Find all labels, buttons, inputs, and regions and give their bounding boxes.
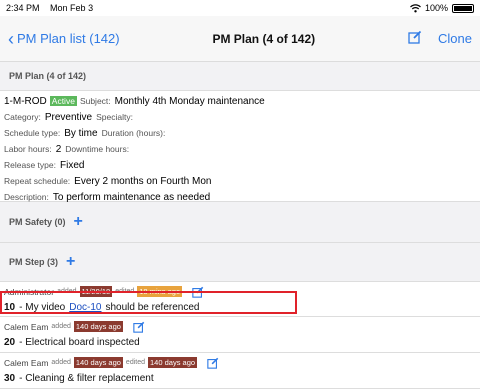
step-text-after: should be referenced bbox=[105, 302, 200, 313]
step-author: Calem Eam bbox=[4, 321, 49, 332]
edited-label: edited bbox=[125, 359, 145, 366]
edited-badge: 140 days ago bbox=[148, 357, 198, 368]
step-text: 10 - My video Doc-10 should be reference… bbox=[4, 299, 476, 316]
schedule-type-value: By time bbox=[64, 127, 98, 139]
added-badge: 140 days ago bbox=[73, 357, 123, 368]
step-item[interactable]: Calem Eam added 140 days ago edited 140 … bbox=[0, 353, 480, 389]
status-date: Mon Feb 3 bbox=[50, 3, 94, 13]
step-item[interactable]: Administrator added 11/29/18 edited 18 m… bbox=[0, 281, 480, 317]
edit-icon[interactable] bbox=[207, 357, 219, 369]
repeat-value: Every 2 months on Fourth Mon bbox=[74, 175, 212, 187]
step-author: Administrator bbox=[4, 286, 55, 297]
chevron-left-icon: ‹ bbox=[8, 28, 14, 49]
pm-safety-title: PM Safety (0) bbox=[9, 217, 66, 227]
nav-actions: Clone bbox=[408, 30, 472, 47]
labor-hours-value: 2 bbox=[55, 143, 62, 155]
subject-value: Monthly 4th Monday maintenance bbox=[114, 95, 265, 107]
step-meta: Calem Eam added 140 days ago bbox=[4, 319, 476, 334]
category-value: Preventive bbox=[44, 111, 93, 123]
edited-badge: 18 mins ago bbox=[137, 286, 183, 297]
step-text: 30 - Cleaning & filter replacement bbox=[4, 370, 476, 387]
downtime-label: Downtime hours: bbox=[65, 144, 130, 154]
schedule-row: Schedule type: By time Duration (hours): bbox=[4, 125, 476, 141]
added-label: added bbox=[51, 323, 71, 330]
add-safety-plus-icon[interactable]: + bbox=[74, 214, 83, 230]
step-item[interactable]: Calem Eam added 140 days ago 20 - Electr… bbox=[0, 317, 480, 353]
pm-safety-section-header: PM Safety (0) + bbox=[0, 202, 480, 242]
status-badge: Active bbox=[49, 96, 77, 106]
duration-label: Duration (hours): bbox=[101, 128, 166, 138]
description-value: To perform maintenance as needed bbox=[52, 191, 211, 203]
category-row: Category: Preventive Specialty: bbox=[4, 109, 476, 125]
status-left: 2:34 PM Mon Feb 3 bbox=[6, 3, 101, 13]
added-label: added bbox=[57, 288, 77, 295]
added-label: added bbox=[51, 359, 71, 366]
edit-icon[interactable] bbox=[133, 321, 145, 333]
back-label: PM Plan list (142) bbox=[17, 31, 120, 46]
battery-percent: 100% bbox=[424, 3, 448, 13]
schedule-type-label: Schedule type: bbox=[4, 128, 61, 138]
add-step-plus-icon[interactable]: + bbox=[66, 254, 75, 270]
step-text-before: - Electrical board inspected bbox=[19, 337, 140, 348]
pm-plan-section-header: PM Plan (4 of 142) bbox=[0, 62, 480, 90]
page-title: PM Plan (4 of 142) bbox=[212, 31, 316, 46]
step-text-before: - Cleaning & filter replacement bbox=[19, 373, 154, 384]
labor-hours-label: Labor hours: bbox=[4, 144, 52, 154]
added-badge: 11/29/18 bbox=[79, 286, 113, 297]
repeat-row: Repeat schedule: Every 2 months on Fourt… bbox=[4, 173, 476, 189]
battery-fill bbox=[454, 5, 472, 11]
clone-button[interactable]: Clone bbox=[438, 31, 472, 46]
step-number: 20 bbox=[4, 337, 16, 348]
description-label: Description: bbox=[4, 192, 49, 202]
pm-plan-section-title: PM Plan (4 of 142) bbox=[9, 71, 87, 81]
edit-icon[interactable] bbox=[408, 30, 422, 47]
repeat-label: Repeat schedule: bbox=[4, 176, 71, 186]
pm-step-section-header: PM Step (3) + bbox=[0, 242, 480, 281]
status-bar: 2:34 PM Mon Feb 3 100% bbox=[0, 0, 480, 16]
step-text: 20 - Electrical board inspected bbox=[4, 334, 476, 351]
status-right: 100% bbox=[410, 3, 474, 13]
pm-plan-card: 1-M-ROD Active Subject: Monthly 4th Mond… bbox=[0, 90, 480, 203]
plan-header-row: 1-M-ROD Active Subject: Monthly 4th Mond… bbox=[4, 93, 476, 109]
specialty-label: Specialty: bbox=[96, 112, 133, 122]
doc-link[interactable]: Doc-10 bbox=[69, 302, 101, 313]
release-type-value: Fixed bbox=[59, 159, 85, 171]
status-time: 2:34 PM bbox=[6, 3, 40, 13]
step-number: 30 bbox=[4, 373, 16, 384]
navigation-bar: ‹ PM Plan list (142) PM Plan (4 of 142) … bbox=[0, 16, 480, 62]
release-type-label: Release type: bbox=[4, 160, 56, 170]
step-meta: Administrator added 11/29/18 edited 18 m… bbox=[4, 284, 476, 299]
step-number: 10 bbox=[4, 302, 16, 313]
edit-icon[interactable] bbox=[192, 286, 204, 298]
step-text-before: - My video bbox=[19, 302, 66, 313]
release-row: Release type: Fixed bbox=[4, 157, 476, 173]
wifi-icon bbox=[410, 3, 421, 12]
edited-label: edited bbox=[115, 288, 135, 295]
back-button[interactable]: ‹ PM Plan list (142) bbox=[8, 30, 120, 48]
step-meta: Calem Eam added 140 days ago edited 140 … bbox=[4, 355, 476, 370]
battery-icon bbox=[452, 3, 474, 13]
pm-step-title: PM Step (3) bbox=[9, 257, 59, 267]
subject-label: Subject: bbox=[79, 96, 111, 106]
step-author: Calem Eam bbox=[4, 357, 49, 368]
category-label: Category: bbox=[4, 112, 41, 122]
added-badge: 140 days ago bbox=[73, 321, 123, 332]
labor-row: Labor hours: 2 Downtime hours: bbox=[4, 141, 476, 157]
plan-code: 1-M-ROD bbox=[4, 95, 47, 107]
